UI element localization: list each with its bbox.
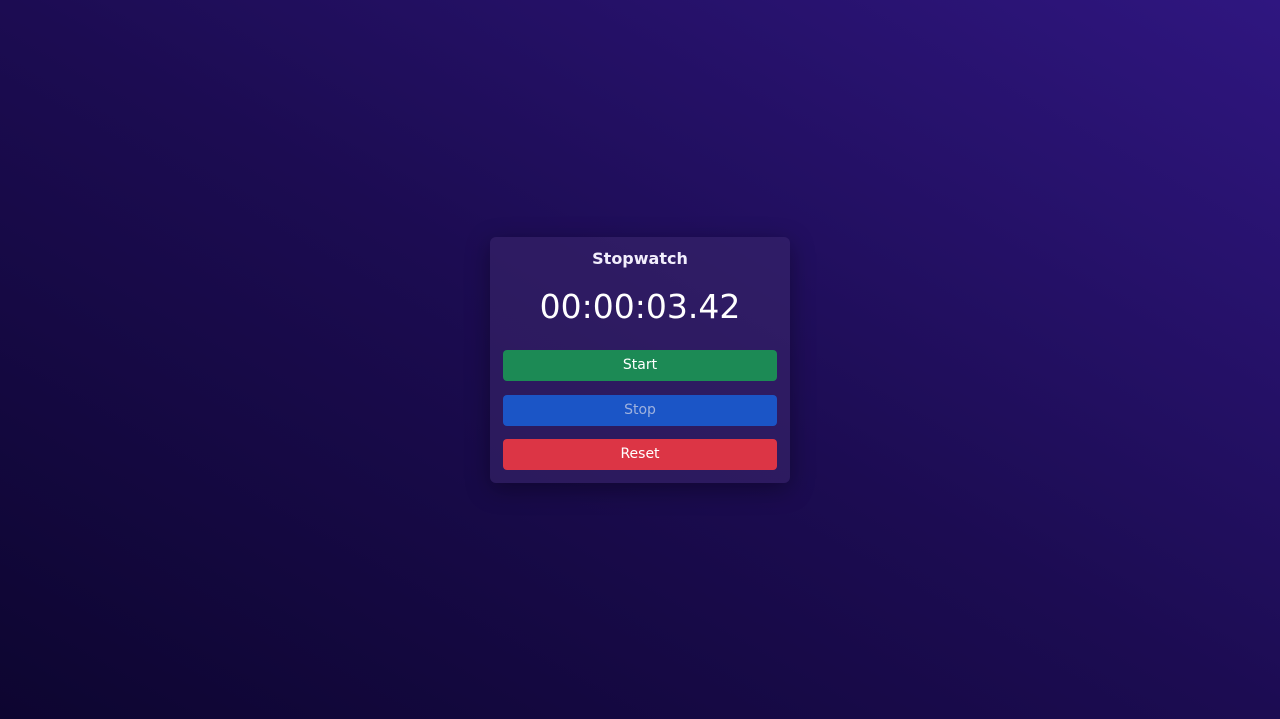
stopwatch-title: Stopwatch: [592, 249, 688, 268]
time-display: 00:00:03.42: [539, 287, 741, 326]
stopwatch-card: Stopwatch 00:00:03.42 Start Stop Reset: [490, 237, 790, 483]
stop-button[interactable]: Stop: [503, 395, 777, 426]
start-button[interactable]: Start: [503, 350, 777, 381]
reset-button[interactable]: Reset: [503, 439, 777, 470]
